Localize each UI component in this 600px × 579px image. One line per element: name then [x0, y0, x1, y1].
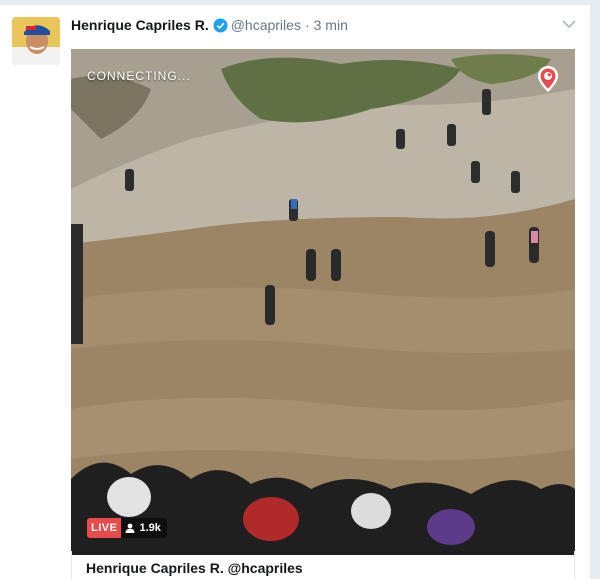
person-icon [125, 523, 135, 533]
card-footer[interactable]: Henrique Capriles R. @hcapriles [71, 551, 575, 579]
chevron-down-icon[interactable] [562, 19, 576, 29]
tweet[interactable]: Henrique Capriles R. @hcapriles · 3 min [0, 4, 590, 579]
verified-badge-icon [213, 17, 228, 33]
viewer-count: 1.9k [121, 518, 167, 538]
avatar[interactable] [12, 17, 60, 65]
display-name[interactable]: Henrique Capriles R. [71, 17, 209, 33]
live-label: LIVE [87, 518, 122, 538]
card-title[interactable]: Henrique Capriles R. @hcapriles [86, 560, 303, 576]
viewer-count-value: 1.9k [139, 522, 161, 534]
video-frame [71, 49, 575, 555]
timestamp[interactable]: 3 min [314, 17, 348, 33]
connection-status: CONNECTING... [87, 69, 191, 83]
live-badge: LIVE 1.9k [87, 518, 167, 538]
periscope-icon[interactable] [537, 65, 559, 93]
tweet-header: Henrique Capriles R. @hcapriles · 3 min [71, 15, 348, 35]
video-player[interactable]: CONNECTING... LIVE 1.9k [71, 49, 575, 555]
handle[interactable]: @hcapriles [231, 17, 301, 33]
separator: · [304, 17, 310, 33]
